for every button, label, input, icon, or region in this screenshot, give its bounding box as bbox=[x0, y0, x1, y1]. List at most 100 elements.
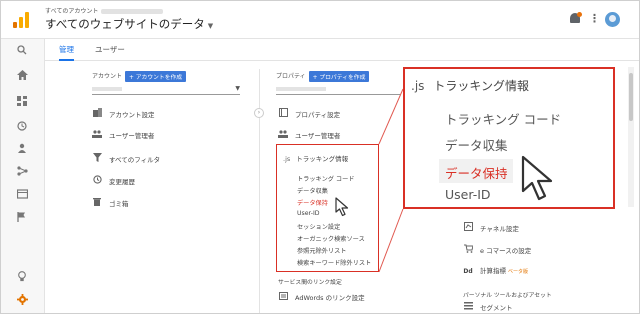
zoom-data-retention: データ保持 bbox=[445, 166, 508, 181]
organic-search-sources-link[interactable]: オーガニック検索ソース bbox=[297, 234, 365, 243]
view-selector[interactable]: すべてのウェブサイトのデータ ▼ bbox=[45, 16, 213, 32]
menu-item-property-user-management[interactable]: ユーザー管理者 bbox=[278, 130, 340, 140]
tab-admin[interactable]: 管理 bbox=[59, 44, 74, 61]
admin-tabs: 管理 ユーザー bbox=[45, 39, 639, 61]
expand-arrow-icon[interactable]: › bbox=[254, 108, 264, 118]
scrollbar[interactable] bbox=[628, 67, 634, 207]
user-id-link[interactable]: User-ID bbox=[297, 210, 320, 217]
menu-item-label: e コマースの設定 bbox=[480, 247, 532, 255]
menu-item-label: すべてのフィルタ bbox=[109, 156, 161, 164]
menu-item-segments[interactable]: セグメント bbox=[463, 302, 513, 312]
notification-bell-icon[interactable] bbox=[569, 12, 582, 25]
avatar[interactable] bbox=[605, 12, 620, 27]
tracking-code-link[interactable]: トラッキング コード bbox=[297, 174, 354, 183]
admin-gear-icon[interactable] bbox=[15, 294, 29, 308]
menu-item-label: アカウント設定 bbox=[109, 111, 155, 119]
tracking-info-section: .js トラッキング情報 トラッキング コード データ収集 データ保持 User-… bbox=[276, 144, 379, 272]
menu-item-user-management[interactable]: ユーザー管理者 bbox=[92, 130, 154, 140]
personal-tools-heading: パーソナル ツールおよびアセット bbox=[463, 293, 552, 299]
redacted-account-name bbox=[101, 9, 164, 14]
js-icon: .js bbox=[283, 155, 291, 163]
menu-item-adwords-link[interactable]: AdWords のリンク設定 bbox=[278, 292, 365, 302]
menu-item-label: ユーザー管理者 bbox=[295, 132, 341, 140]
menu-item-property-settings[interactable]: プロパティ設定 bbox=[278, 108, 341, 120]
menu-item-account-settings[interactable]: アカウント設定 bbox=[92, 108, 155, 120]
zoom-tracking-code: トラッキング コード bbox=[445, 112, 562, 127]
data-retention-link[interactable]: データ保持 bbox=[297, 198, 328, 207]
tracking-info-header[interactable]: .js トラッキング情報 bbox=[283, 153, 348, 163]
filter-icon bbox=[92, 153, 102, 165]
flag-icon[interactable] bbox=[15, 212, 29, 226]
property-label: プロパティ bbox=[276, 73, 306, 80]
behavior-icon[interactable] bbox=[15, 189, 29, 203]
menu-item-channel-settings[interactable]: チャネル設定 bbox=[463, 222, 519, 234]
account-label: アカウント bbox=[92, 73, 123, 80]
menu-item-label: 変更履歴 bbox=[109, 178, 135, 186]
property-column-header: プロパティ + プロパティを作成 bbox=[276, 71, 370, 82]
breadcrumb-label: すべてのアカウント bbox=[45, 8, 99, 15]
tab-users[interactable]: ユーザー bbox=[95, 44, 125, 55]
history-icon bbox=[92, 175, 102, 187]
search-icon[interactable] bbox=[15, 45, 29, 59]
person-icon[interactable] bbox=[15, 143, 29, 157]
zoom-tracking-label: トラッキング情報 bbox=[433, 79, 530, 93]
channel-icon bbox=[463, 222, 473, 234]
adwords-icon bbox=[278, 292, 288, 303]
dropdown-arrow-icon: ▼ bbox=[235, 85, 240, 92]
menu-item-calculated-metrics[interactable]: Dd 計算指標 ベータ版 bbox=[463, 266, 528, 276]
window-icon bbox=[278, 108, 288, 120]
account-selector[interactable]: ▼ bbox=[92, 85, 240, 95]
acquisition-icon[interactable] bbox=[15, 166, 29, 180]
cursor-icon bbox=[335, 197, 349, 217]
view-title: すべてのウェブサイトのデータ bbox=[45, 17, 205, 31]
column-divider bbox=[259, 69, 260, 313]
more-options-icon[interactable]: ⋮ bbox=[589, 12, 600, 25]
property-selector[interactable] bbox=[276, 85, 400, 95]
large-cursor-icon bbox=[521, 155, 553, 201]
menu-item-label: ゴミ箱 bbox=[109, 200, 129, 208]
menu-item-label: 計算指標 bbox=[480, 267, 506, 275]
search-term-exclusion-link[interactable]: 検索キーワード除外リスト bbox=[297, 258, 371, 267]
zoom-user-id: User-ID bbox=[445, 187, 491, 202]
zoom-callout: .js トラッキング情報 トラッキング コード データ収集 データ保持 User-… bbox=[403, 67, 615, 209]
data-collection-link[interactable]: データ収集 bbox=[297, 186, 328, 195]
dashboard-icon[interactable] bbox=[15, 96, 29, 110]
tracking-info-label: トラッキング情報 bbox=[296, 155, 349, 163]
scrollbar-thumb[interactable] bbox=[629, 73, 633, 121]
segment-icon bbox=[463, 302, 473, 313]
session-settings-link[interactable]: セッション設定 bbox=[297, 222, 340, 231]
left-nav-rail bbox=[1, 39, 45, 313]
menu-item-all-filters[interactable]: すべてのフィルタ bbox=[92, 153, 161, 165]
home-icon[interactable] bbox=[15, 70, 29, 84]
referral-exclusion-link[interactable]: 参照元除外リスト bbox=[297, 246, 347, 255]
account-column-header: アカウント + アカウントを作成 bbox=[92, 71, 187, 82]
create-account-button[interactable]: + アカウントを作成 bbox=[125, 71, 187, 82]
menu-item-change-history[interactable]: 変更履歴 bbox=[92, 175, 135, 187]
service-links-heading: サービス間のリンク設定 bbox=[278, 280, 342, 286]
zoom-data-collection: データ収集 bbox=[445, 138, 508, 153]
cart-icon bbox=[463, 244, 474, 256]
menu-item-label: ユーザー管理者 bbox=[109, 132, 155, 140]
menu-item-label: AdWords のリンク設定 bbox=[295, 294, 365, 302]
menu-item-label: チャネル設定 bbox=[480, 225, 519, 233]
js-icon: .js bbox=[411, 79, 425, 93]
top-header: すべてのアカウント すべてのウェブサイトのデータ ▼ ⋮ bbox=[1, 1, 639, 39]
menu-item-label: セグメント bbox=[480, 304, 513, 312]
analytics-logo-icon[interactable] bbox=[13, 12, 29, 28]
beta-badge: ベータ版 bbox=[508, 269, 529, 275]
create-property-button[interactable]: + プロパティを作成 bbox=[308, 71, 370, 82]
building-icon bbox=[92, 108, 102, 120]
menu-item-label: プロパティ設定 bbox=[295, 111, 341, 119]
account-breadcrumb[interactable]: すべてのアカウント bbox=[45, 6, 164, 15]
lightbulb-icon[interactable] bbox=[15, 271, 29, 285]
menu-item-trash[interactable]: ゴミ箱 bbox=[92, 197, 129, 209]
menu-item-ecommerce-settings[interactable]: e コマースの設定 bbox=[463, 244, 532, 256]
users-icon bbox=[278, 130, 288, 141]
zoom-tracking-header: .js トラッキング情報 bbox=[411, 77, 529, 94]
clock-icon[interactable] bbox=[15, 121, 29, 135]
dd-icon: Dd bbox=[463, 268, 473, 275]
trash-icon bbox=[92, 197, 102, 209]
users-icon bbox=[92, 130, 102, 141]
caret-down-icon: ▼ bbox=[207, 22, 214, 30]
ga-admin-window: すべてのアカウント すべてのウェブサイトのデータ ▼ ⋮ 管理 ユーザー アカウ… bbox=[0, 0, 640, 314]
